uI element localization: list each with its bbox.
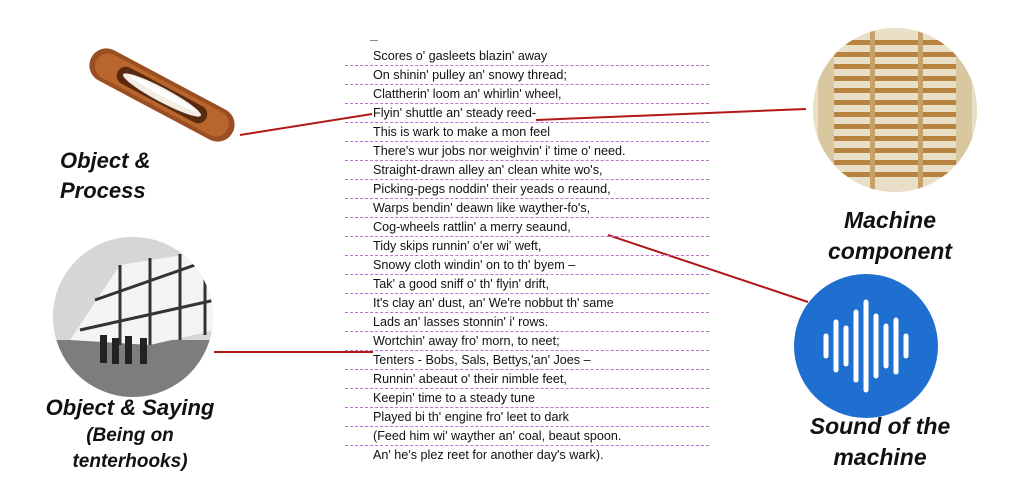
poem-line-text: Tenters - Bobs, Sals, Bettys,'an' Joes – bbox=[373, 353, 591, 367]
poem-line-text: Flyin' shuttle an' steady reed- bbox=[373, 106, 537, 120]
label-object-saying: Object & Saying (Being on tenterhooks) bbox=[20, 393, 240, 475]
label-object-saying-line1: Object & Saying bbox=[45, 395, 215, 420]
poem-line: On shinin' pulley an' snowy thread; bbox=[345, 66, 709, 85]
poem-line-text: On shinin' pulley an' snowy thread; bbox=[373, 68, 567, 82]
poem-line: Straight-drawn alley an' clean white wo'… bbox=[345, 161, 709, 180]
poem-line-text: Played bi th' engine fro' leet to dark bbox=[373, 410, 569, 424]
poem-line: Tenters - Bobs, Sals, Bettys,'an' Joes – bbox=[345, 351, 709, 370]
label-object-saying-line3: tenterhooks) bbox=[72, 451, 188, 472]
poem-line: Wortchin' away fro' morn, to neet; bbox=[345, 332, 709, 351]
poem-line: Keepin' time to a steady tune bbox=[345, 389, 709, 408]
poem-line-text: Keepin' time to a steady tune bbox=[373, 391, 536, 405]
poem-line: This is wark to make a mon feel bbox=[345, 123, 709, 142]
poem-line-text: Warps bendin' deawn like wayther-fo's, bbox=[373, 201, 591, 215]
reed-comb-photo bbox=[813, 28, 977, 192]
poem-line-text: Cog-wheels rattlin' a merry seaund, bbox=[373, 220, 571, 234]
sound-wave-icon bbox=[794, 274, 938, 418]
label-sound-machine-line2: machine bbox=[833, 444, 927, 470]
poem-line-text: It's clay an' dust, an' We're nobbut th'… bbox=[373, 296, 614, 310]
poem-line: Played bi th' engine fro' leet to dark bbox=[345, 408, 709, 427]
poem-line-text: Straight-drawn alley an' clean white wo'… bbox=[373, 163, 603, 177]
poem-line: Runnin' abeaut o' their nimble feet, bbox=[345, 370, 709, 389]
poem-line: Tak' a good sniff o' th' flyin' drift, bbox=[345, 275, 709, 294]
poem-text-block: Scores o' gasleets blazin' away On shini… bbox=[345, 42, 709, 462]
poem-line-text: Snowy cloth windin' on to th' byem – bbox=[373, 258, 576, 272]
poem-top-mark bbox=[370, 40, 378, 41]
label-object-process-line1: Object & bbox=[60, 148, 151, 173]
poem-line-text: Tidy skips runnin' o'er wi' weft, bbox=[373, 239, 542, 253]
label-object-saying-line2: (Being on bbox=[86, 425, 174, 446]
poem-line: Warps bendin' deawn like wayther-fo's, bbox=[345, 199, 709, 218]
label-object-process-line2: Process bbox=[60, 178, 146, 203]
poem-line-text: There's wur jobs nor weighvin' i' time o… bbox=[373, 144, 626, 158]
poem-line: An' he's plez reet for another day's war… bbox=[345, 446, 709, 465]
poem-line-text: Tak' a good sniff o' th' flyin' drift, bbox=[373, 277, 549, 291]
poem-line: Snowy cloth windin' on to th' byem – bbox=[345, 256, 709, 275]
label-machine-component: Machine component bbox=[790, 205, 990, 267]
poem-line: Picking-pegs noddin' their yeads o reaun… bbox=[345, 180, 709, 199]
poem-line-text: (Feed him wi' wayther an' coal, beaut sp… bbox=[373, 429, 622, 443]
poem-line: (Feed him wi' wayther an' coal, beaut sp… bbox=[345, 427, 709, 446]
poem-line-text: Clattherin' loom an' whirlin' wheel, bbox=[373, 87, 562, 101]
poem-line-text: Wortchin' away fro' morn, to neet; bbox=[373, 334, 560, 348]
poem-line: Scores o' gasleets blazin' away bbox=[345, 47, 709, 66]
label-object-process: Object & Process bbox=[60, 146, 210, 206]
poem-line-text: Lads an' lasses stonnin' i' rows. bbox=[373, 315, 549, 329]
poem-line-text: This is wark to make a mon feel bbox=[373, 125, 551, 139]
poem-line: Clattherin' loom an' whirlin' wheel, bbox=[345, 85, 709, 104]
poem-line-text: An' he's plez reet for another day's war… bbox=[373, 448, 604, 462]
poem-line: Lads an' lasses stonnin' i' rows. bbox=[345, 313, 709, 332]
poem-line: It's clay an' dust, an' We're nobbut th'… bbox=[345, 294, 709, 313]
poem-line: Flyin' shuttle an' steady reed- bbox=[345, 104, 709, 123]
poem-line-text: Runnin' abeaut o' their nimble feet, bbox=[373, 372, 567, 386]
label-sound-machine-line1: Sound of the bbox=[809, 413, 951, 439]
label-sound-machine: Sound of the machine bbox=[770, 411, 990, 473]
label-machine-component-line1: Machine bbox=[843, 207, 937, 233]
label-machine-component-line2: component bbox=[828, 238, 952, 264]
poem-line: Cog-wheels rattlin' a merry seaund, bbox=[345, 218, 709, 237]
poem-line: Tidy skips runnin' o'er wi' weft, bbox=[345, 237, 709, 256]
wooden-shuttle-photo bbox=[89, 48, 235, 142]
poem-line: There's wur jobs nor weighvin' i' time o… bbox=[345, 142, 709, 161]
tenter-frame-photo bbox=[53, 237, 213, 397]
poem-line-text: Scores o' gasleets blazin' away bbox=[373, 49, 548, 63]
poem-line-text: Picking-pegs noddin' their yeads o reaun… bbox=[373, 182, 611, 196]
